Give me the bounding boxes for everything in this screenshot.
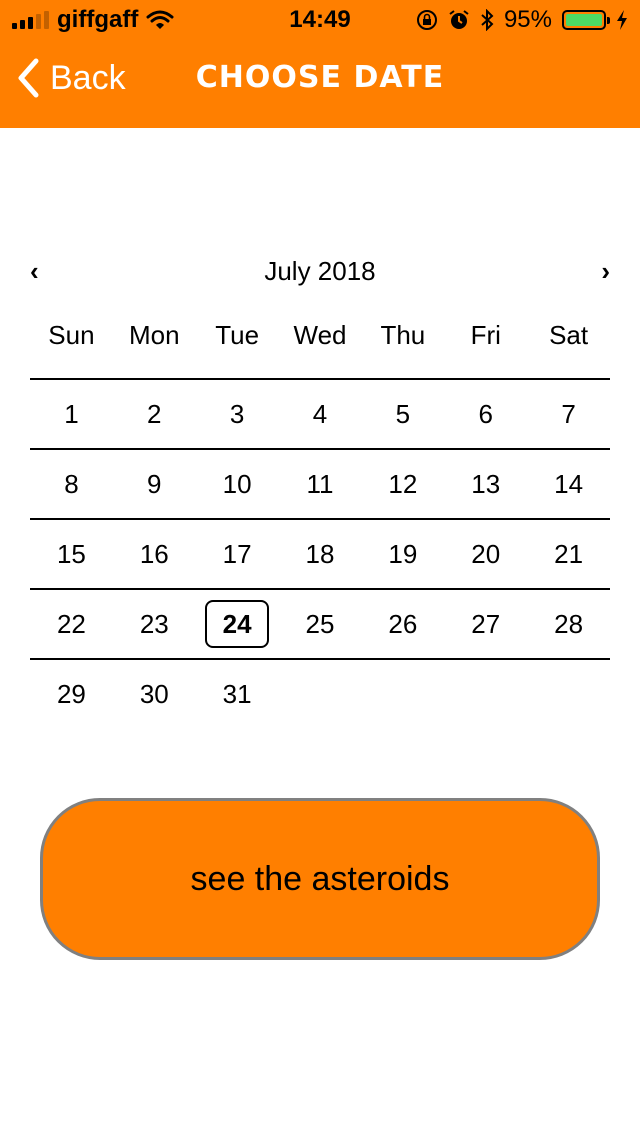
day-number: 21 (554, 538, 584, 569)
day-number: 16 (139, 538, 169, 569)
day-number: 14 (554, 468, 584, 499)
day-number: 20 (471, 538, 501, 569)
weekday-label: Mon (129, 320, 180, 350)
day-number: 23 (139, 608, 169, 639)
next-month-button[interactable]: › (601, 256, 610, 287)
day-number: 26 (388, 608, 418, 639)
calendar-day[interactable]: 23 (113, 590, 196, 658)
calendar-day[interactable]: 10 (196, 450, 279, 518)
calendar-day[interactable]: 4 (279, 380, 362, 448)
day-number: 29 (56, 678, 86, 709)
weekday-label: Wed (293, 320, 347, 350)
day-number: 27 (471, 608, 501, 639)
calendar-day[interactable]: 20 (444, 520, 527, 588)
calendar-day[interactable]: 16 (113, 520, 196, 588)
day-number: 12 (388, 468, 418, 499)
calendar-day[interactable]: 11 (279, 450, 362, 518)
calendar-day[interactable]: 15 (30, 520, 113, 588)
charging-bolt-icon (617, 10, 627, 30)
day-number: 8 (64, 468, 79, 499)
calendar-day[interactable]: 19 (361, 520, 444, 588)
day-number: 18 (305, 538, 335, 569)
battery-percent: 95% (503, 6, 552, 33)
calendar-day[interactable]: 8 (30, 450, 113, 518)
day-number: 10 (222, 468, 252, 499)
calendar-day[interactable]: 18 (279, 520, 362, 588)
calendar-day[interactable]: 12 (361, 450, 444, 518)
day-number: 11 (306, 468, 334, 499)
calendar-day[interactable]: 25 (279, 590, 362, 658)
calendar-day-empty (361, 660, 444, 728)
weekday-label: Sun (48, 320, 95, 350)
day-number: 28 (554, 608, 584, 639)
calendar-day[interactable]: 31 (196, 660, 279, 728)
day-number: 7 (561, 398, 576, 429)
calendar-day[interactable]: 5 (361, 380, 444, 448)
calendar: ‹ July 2018 › Sun Mon Tue Wed Thu Fri Sa… (30, 250, 610, 728)
calendar-day-empty (527, 660, 610, 728)
calendar-week: 15 16 17 18 19 20 21 (30, 520, 610, 590)
calendar-header: ‹ July 2018 › (30, 250, 610, 292)
day-number: 1 (64, 398, 79, 429)
calendar-day[interactable]: 22 (30, 590, 113, 658)
day-number: 17 (222, 538, 252, 569)
top-bar: giffgaff 14:49 95% Back CHOOSE DATE (0, 0, 640, 128)
weekday-header: Sun Mon Tue Wed Thu Fri Sat (30, 320, 610, 380)
calendar-day[interactable]: 27 (444, 590, 527, 658)
weekday-label: Sat (549, 320, 589, 350)
calendar-day[interactable]: 26 (361, 590, 444, 658)
alarm-icon (449, 10, 469, 29)
day-number: 3 (229, 398, 245, 429)
calendar-day[interactable]: 1 (30, 380, 113, 448)
calendar-day[interactable]: 13 (444, 450, 527, 518)
weekday-label: Tue (215, 320, 260, 350)
calendar-day[interactable]: 29 (30, 660, 113, 728)
calendar-week: 29 30 31 (30, 660, 610, 728)
day-number: 6 (478, 398, 493, 429)
status-right: 95% (416, 6, 628, 34)
calendar-day[interactable]: 7 (527, 380, 610, 448)
month-label: July 2018 (264, 256, 376, 286)
calendar-day[interactable]: 14 (527, 450, 610, 518)
day-number: 2 (147, 398, 162, 429)
calendar-day-empty (444, 660, 527, 728)
page-title: CHOOSE DATE (195, 60, 445, 95)
bluetooth-icon (481, 9, 494, 31)
day-number: 22 (56, 608, 86, 639)
calendar-week: 8 9 10 11 12 13 14 (30, 450, 610, 520)
day-number: 15 (56, 538, 86, 569)
calendar-day[interactable]: 9 (113, 450, 196, 518)
calendar-day[interactable]: 28 (527, 590, 610, 658)
calendar-day[interactable]: 21 (527, 520, 610, 588)
calendar-day-empty (279, 660, 362, 728)
see-asteroids-button[interactable]: see the asteroids (40, 798, 600, 960)
navigation-bar: Back CHOOSE DATE (0, 40, 640, 128)
calendar-day-selected[interactable]: 24 (196, 590, 279, 658)
day-number: 25 (305, 608, 335, 639)
weekday-label: Thu (380, 320, 426, 350)
calendar-day[interactable]: 2 (113, 380, 196, 448)
day-number: 30 (139, 678, 169, 709)
orientation-lock-icon (416, 10, 437, 30)
status-bar: giffgaff 14:49 95% (0, 0, 640, 40)
weekday-label: Fri (470, 320, 501, 350)
battery-icon (562, 10, 610, 30)
day-number: 5 (395, 398, 411, 429)
calendar-day[interactable]: 17 (196, 520, 279, 588)
day-number: 24 (205, 600, 270, 648)
calendar-week: 1 2 3 4 5 6 7 (30, 380, 610, 450)
calendar-day[interactable]: 3 (196, 380, 279, 448)
day-number: 9 (147, 468, 162, 499)
see-asteroids-label: see the asteroids (190, 859, 450, 898)
day-number: 4 (312, 398, 328, 429)
calendar-day[interactable]: 6 (444, 380, 527, 448)
calendar-day[interactable]: 30 (113, 660, 196, 728)
calendar-week: 22 23 24 25 26 27 28 (30, 590, 610, 660)
day-number: 31 (222, 678, 252, 709)
day-number: 13 (471, 468, 501, 499)
day-number: 19 (388, 538, 418, 569)
